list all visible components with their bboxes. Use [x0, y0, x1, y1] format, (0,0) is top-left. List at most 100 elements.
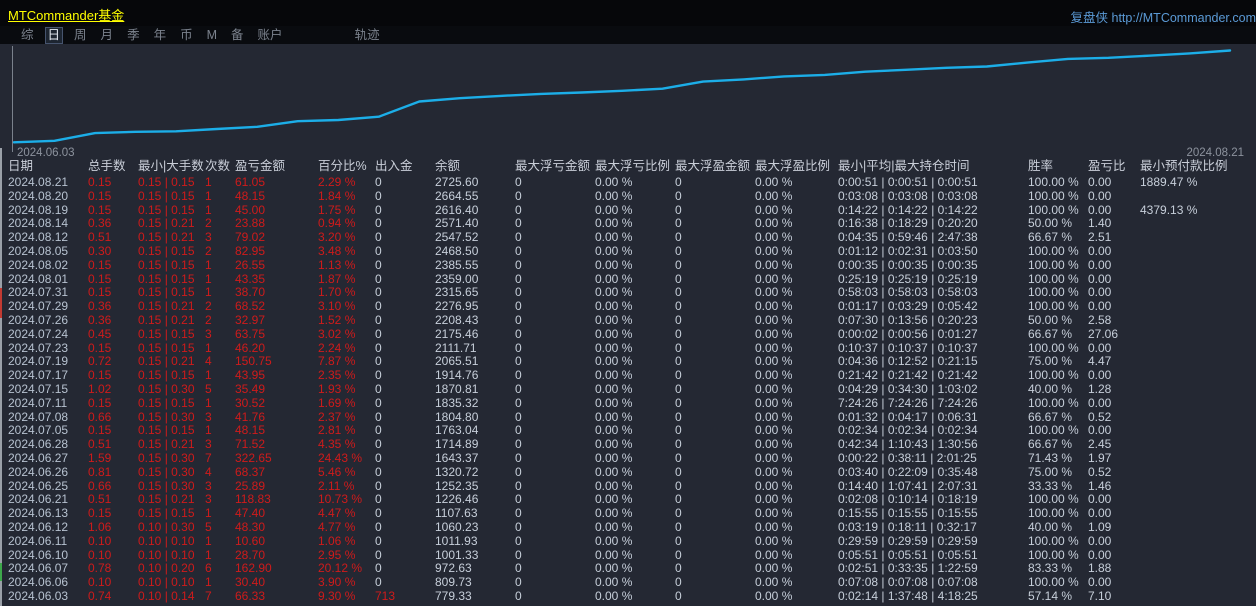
col-header-pnl-ratio[interactable]: 盈亏比 — [1088, 158, 1140, 176]
cell-total-lots: 0.10 — [88, 576, 112, 590]
tab-月[interactable]: 月 — [98, 27, 117, 44]
table-row[interactable]: 2024.06.27 1.59 0.15 | 0.30 7 322.65 24.43 % 0… — [0, 452, 1256, 466]
cell-pnl-amount: 46.20 — [235, 341, 266, 355]
cell-cash-flow: 0 — [375, 382, 382, 396]
table-row[interactable]: 2024.08.01 0.15 0.15 | 0.15 1 43.35 1.87 % 0 23… — [0, 273, 1256, 287]
cell-count: 3 — [205, 327, 212, 341]
cell-min-max-lots: 0.15 | 0.15 — [138, 396, 195, 410]
table-row[interactable]: 2024.07.26 0.36 0.15 | 0.21 2 32.97 1.52 % 0 22… — [0, 314, 1256, 328]
table-row[interactable]: 2024.08.12 0.51 0.15 | 0.21 3 79.02 3.20 % 0 25… — [0, 231, 1256, 245]
col-header-max-float-profit-pct[interactable]: 最大浮盈比例 — [755, 158, 838, 176]
cell-max-float-profit: 0 — [675, 520, 682, 534]
cell-total-lots: 0.15 — [88, 396, 112, 410]
table-row[interactable]: 2024.08.14 0.36 0.15 | 0.21 2 23.88 0.94 % 0 25… — [0, 217, 1256, 231]
app-title-link[interactable]: MTCommander基金 — [8, 5, 124, 24]
col-header-pnl-amount[interactable]: 盈亏金额 — [235, 158, 318, 176]
table-row[interactable]: 2024.08.21 0.15 0.15 | 0.15 1 61.05 2.29 % 0 27… — [0, 176, 1256, 190]
cell-date: 2024.07.26 — [8, 313, 69, 327]
cell-pnl-ratio: 0.52 — [1088, 410, 1112, 424]
col-header-max-float-loss[interactable]: 最大浮亏金额 — [515, 158, 595, 176]
cell-pnl-amount: 25.89 — [235, 479, 266, 493]
table-row[interactable]: 2024.07.17 0.15 0.15 | 0.15 1 43.95 2.35 % 0 19… — [0, 369, 1256, 383]
brand-link[interactable]: 复盘侠 http://MTCommander.com — [1071, 7, 1256, 26]
cell-cash-flow: 0 — [375, 534, 382, 548]
cell-max-float-loss: 0 — [515, 176, 522, 189]
col-header-percent[interactable]: 百分比% — [318, 158, 375, 176]
tab-备[interactable]: 备 — [228, 27, 247, 44]
cell-hold-time: 0:58:03 | 0:58:03 | 0:58:03 — [838, 286, 978, 300]
col-header-min-max-lots[interactable]: 最小|大手数 — [138, 158, 205, 176]
cell-percent: 1.75 % — [318, 203, 356, 217]
daily-results-table: 日期 总手数 最小|大手数 次数 盈亏金额 百分比% 出入金 余额 最大浮亏金额 最大浮亏比例 最大… — [0, 158, 1256, 606]
table-row[interactable]: 2024.07.29 0.36 0.15 | 0.21 2 68.52 3.10 % 0 22… — [0, 300, 1256, 314]
cell-cash-flow: 0 — [375, 286, 382, 300]
cell-total-lots: 0.15 — [88, 424, 112, 438]
cell-max-float-profit: 0 — [675, 258, 682, 272]
cell-hold-time: 0:10:37 | 0:10:37 | 0:10:37 — [838, 341, 978, 355]
tab-年[interactable]: 年 — [151, 27, 170, 44]
cell-win-rate: 66.67 % — [1028, 410, 1073, 424]
table-row[interactable]: 2024.07.05 0.15 0.15 | 0.15 1 48.15 2.81 % 0 17… — [0, 424, 1256, 438]
tab-综[interactable]: 综 — [18, 27, 37, 44]
tab-日[interactable]: 日 — [44, 26, 64, 44]
col-header-win-rate[interactable]: 胜率 — [1028, 158, 1088, 176]
tab-季[interactable]: 季 — [124, 27, 143, 44]
cell-max-float-profit-pct: 0.00 % — [755, 231, 793, 245]
table-row[interactable]: 2024.06.10 0.10 0.10 | 0.10 1 28.70 2.95 % 0 10… — [0, 549, 1256, 563]
col-header-max-float-profit[interactable]: 最大浮盈金额 — [675, 158, 755, 176]
table-row[interactable]: 2024.07.31 0.15 0.15 | 0.15 1 38.70 1.70 % 0 23… — [0, 286, 1256, 300]
table-row[interactable]: 2024.06.21 0.51 0.15 | 0.21 3 118.83 10.73 % 0… — [0, 493, 1256, 507]
cell-min-margin-pct — [1140, 466, 1256, 480]
cell-win-rate: 100.00 % — [1028, 493, 1079, 507]
col-header-balance[interactable]: 余额 — [435, 158, 515, 176]
cell-pnl-amount: 150.75 — [235, 355, 272, 369]
tab-账户[interactable]: 账户 — [255, 27, 286, 44]
cell-count: 4 — [205, 355, 212, 369]
cell-max-float-loss: 0 — [515, 313, 522, 327]
table-row[interactable]: 2024.07.15 1.02 0.15 | 0.30 5 35.49 1.93 % 0 18… — [0, 383, 1256, 397]
col-header-hold-time[interactable]: 最小|平均|最大持仓时间 — [838, 158, 1028, 176]
table-row[interactable]: 2024.06.06 0.10 0.10 | 0.10 1 30.40 3.90 % 0 80… — [0, 576, 1256, 590]
table-row[interactable]: 2024.06.28 0.51 0.15 | 0.21 3 71.52 4.35 % 0 17… — [0, 438, 1256, 452]
table-row[interactable]: 2024.08.20 0.15 0.15 | 0.15 1 48.15 1.84 % 0 26… — [0, 190, 1256, 204]
col-header-date[interactable]: 日期 — [8, 158, 88, 176]
cell-hold-time: 0:07:30 | 0:13:56 | 0:20:23 — [838, 313, 978, 327]
cell-max-float-profit: 0 — [675, 231, 682, 245]
tab-M[interactable]: M — [204, 27, 220, 44]
cell-balance: 2385.55 — [435, 258, 479, 272]
table-row[interactable]: 2024.08.05 0.30 0.15 | 0.15 2 82.95 3.48 % 0 24… — [0, 245, 1256, 259]
cell-total-lots: 0.15 — [88, 272, 112, 286]
table-row[interactable]: 2024.07.24 0.45 0.15 | 0.15 3 63.75 3.02 % 0 21… — [0, 328, 1256, 342]
tab-周[interactable]: 周 — [71, 27, 90, 44]
col-header-cash-flow[interactable]: 出入金 — [375, 158, 435, 176]
col-header-max-float-loss-pct[interactable]: 最大浮亏比例 — [595, 158, 675, 176]
cell-date: 2024.07.11 — [8, 396, 68, 410]
table-row[interactable]: 2024.06.11 0.10 0.10 | 0.10 1 10.60 1.06 % 0 10… — [0, 535, 1256, 549]
table-row[interactable]: 2024.08.02 0.15 0.15 | 0.15 1 26.55 1.13 % 0 23… — [0, 259, 1256, 273]
table-row[interactable]: 2024.06.03 0.74 0.10 | 0.14 7 66.33 9.30 % 713… — [0, 590, 1256, 604]
table-row[interactable]: 2024.06.26 0.81 0.15 | 0.30 4 68.37 5.46 % 0 13… — [0, 466, 1256, 480]
cell-pnl-ratio: 4.47 — [1088, 355, 1112, 369]
cell-max-float-profit: 0 — [675, 534, 682, 548]
table-row[interactable]: 2024.07.23 0.15 0.15 | 0.15 1 46.20 2.24 % 0 21… — [0, 342, 1256, 356]
tab-币[interactable]: 币 — [177, 27, 196, 44]
table-row[interactable]: 2024.08.19 0.15 0.15 | 0.15 1 45.00 1.75 % 0 26… — [0, 204, 1256, 218]
table-row[interactable]: 2024.06.12 1.06 0.10 | 0.30 5 48.30 4.77 % 0 10… — [0, 521, 1256, 535]
table-row[interactable]: 2024.07.08 0.66 0.15 | 0.30 3 41.76 2.37 % 0 18… — [0, 411, 1256, 425]
table-row[interactable]: 2024.06.25 0.66 0.15 | 0.30 3 25.89 2.11 % 0 12… — [0, 480, 1256, 494]
cell-hold-time: 0:21:42 | 0:21:42 | 0:21:42 — [838, 369, 978, 383]
tab-轨迹[interactable]: 轨迹 — [352, 27, 383, 44]
table-row[interactable]: 2024.06.07 0.78 0.10 | 0.20 6 162.90 20.12 % 0… — [0, 562, 1256, 576]
cell-win-rate: 100.00 % — [1028, 286, 1079, 300]
cell-max-float-profit: 0 — [675, 424, 682, 438]
table-row[interactable]: 2024.06.13 0.15 0.15 | 0.15 1 47.40 4.47 % 0 11… — [0, 507, 1256, 521]
table-row[interactable]: 2024.07.19 0.72 0.15 | 0.21 4 150.75 7.87 % 0 2… — [0, 355, 1256, 369]
table-row[interactable]: 2024.07.11 0.15 0.15 | 0.15 1 30.52 1.69 % 0 18… — [0, 397, 1256, 411]
cell-total-lots: 0.51 — [88, 438, 112, 452]
col-header-total-lots[interactable]: 总手数 — [88, 158, 138, 176]
col-header-count[interactable]: 次数 — [205, 158, 235, 176]
cell-count: 1 — [205, 286, 212, 300]
cell-pnl-ratio: 0.00 — [1088, 272, 1112, 286]
col-header-min-margin-pct[interactable]: 最小预付款比例 — [1140, 158, 1256, 176]
cell-win-rate: 40.00 % — [1028, 520, 1073, 534]
